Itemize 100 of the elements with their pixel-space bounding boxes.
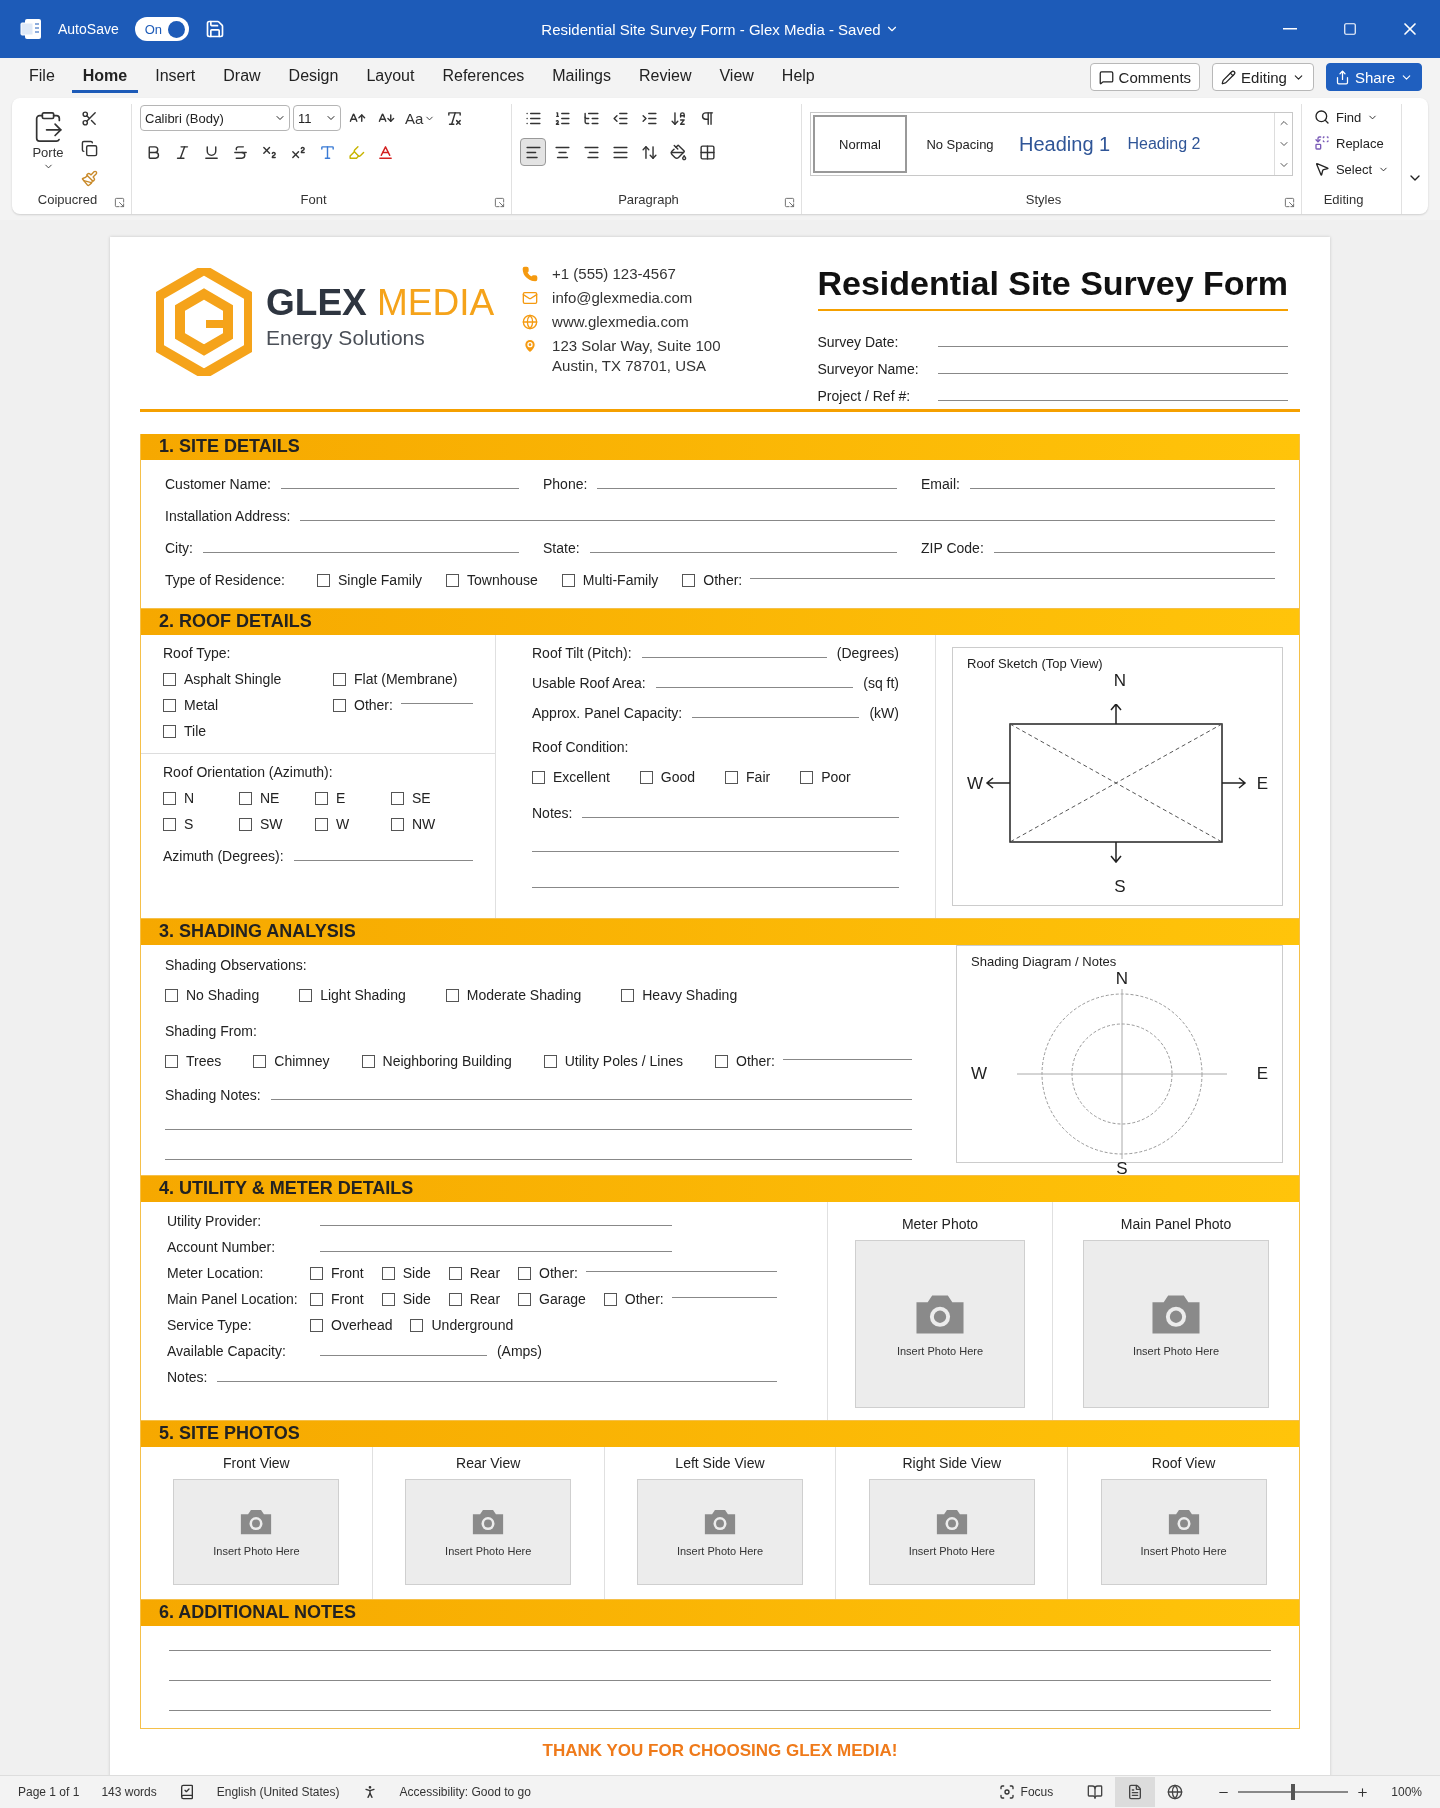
checkbox[interactable] — [725, 770, 739, 784]
save-icon[interactable] — [204, 19, 225, 39]
checkbox[interactable] — [518, 1292, 532, 1306]
checkbox[interactable] — [163, 791, 176, 805]
field-label: Roof Condition: — [532, 739, 630, 755]
checkbox[interactable] — [165, 1054, 178, 1068]
checkbox-label: Underground — [431, 1317, 514, 1333]
replace-button[interactable]: Replace — [1310, 130, 1393, 156]
checkbox[interactable] — [381, 1292, 395, 1306]
checkbox[interactable] — [163, 698, 176, 712]
contact-text: www.glexmedia.com — [552, 312, 689, 332]
comments-button[interactable]: Comments — [1089, 63, 1201, 91]
checkbox[interactable] — [310, 1292, 323, 1306]
brand-name: GLEX MEDIA — [266, 282, 495, 324]
checkbox[interactable] — [448, 1266, 462, 1280]
photo-title: Right Side View — [902, 1455, 1002, 1471]
autosave-toggle[interactable]: On — [134, 17, 189, 41]
checkbox[interactable] — [163, 817, 176, 831]
hexagon-logo-icon — [156, 268, 252, 376]
compass-label: W — [967, 774, 984, 794]
checkbox[interactable] — [310, 1318, 323, 1332]
checkbox[interactable] — [315, 817, 328, 831]
checkbox[interactable] — [800, 770, 814, 784]
menu-tab[interactable]: Home — [71, 61, 139, 93]
zoom-in-icon[interactable] — [1356, 1785, 1370, 1799]
checkbox[interactable] — [391, 791, 404, 805]
photo-placeholder[interactable]: Insert Photo Here — [868, 1479, 1035, 1585]
checkbox[interactable] — [682, 573, 696, 587]
checkbox[interactable] — [165, 988, 178, 1002]
font-name-field[interactable]: Calibri (Body) — [140, 105, 290, 131]
checkbox[interactable] — [518, 1266, 532, 1280]
checkbox[interactable] — [446, 573, 460, 587]
checkbox-label: Trees — [186, 1053, 222, 1069]
print-view-button[interactable] — [1115, 1777, 1156, 1807]
focus-button[interactable]: Focus — [1020, 1785, 1054, 1799]
launcher-icon[interactable] — [784, 197, 795, 208]
checkbox[interactable] — [239, 791, 252, 805]
checkbox[interactable] — [381, 1266, 395, 1280]
checkbox[interactable] — [445, 988, 459, 1002]
checkbox[interactable] — [715, 1054, 728, 1068]
menu-tab[interactable]: Draw — [212, 61, 272, 93]
checkbox[interactable] — [163, 672, 176, 686]
photo-placeholder[interactable]: Insert Photo Here — [173, 1479, 340, 1585]
checkbox[interactable] — [621, 988, 635, 1002]
menu-tab[interactable]: Design — [277, 61, 350, 93]
field-label: Survey Date: — [817, 334, 900, 350]
find-button[interactable]: Find — [1310, 104, 1393, 130]
share-button[interactable]: Share — [1325, 63, 1422, 91]
photo-placeholder[interactable]: Insert Photo Here — [1083, 1240, 1269, 1408]
launcher-icon[interactable] — [1284, 197, 1295, 208]
menu-tab[interactable]: View — [708, 61, 765, 93]
checkbox[interactable] — [317, 573, 330, 587]
checkbox[interactable] — [391, 817, 404, 831]
checkbox[interactable] — [315, 791, 328, 805]
field-label: Main Panel Location: — [167, 1291, 299, 1307]
photo-placeholder[interactable]: Insert Photo Here — [637, 1479, 803, 1585]
checkbox[interactable] — [310, 1266, 323, 1280]
checkbox[interactable] — [299, 988, 313, 1002]
menu-tab[interactable]: Insert — [144, 61, 207, 93]
highlighter-icon — [347, 143, 365, 161]
launcher-icon[interactable] — [114, 197, 125, 208]
proofing-icon[interactable] — [178, 1784, 195, 1800]
select-button[interactable]: Select — [1310, 156, 1393, 182]
checkbox[interactable] — [333, 698, 346, 712]
checkbox[interactable] — [410, 1318, 424, 1332]
checkbox[interactable] — [561, 573, 575, 587]
editing-button[interactable]: Editing — [1212, 63, 1314, 91]
checkbox-label: Townhouse — [467, 572, 538, 588]
menu-tab[interactable]: References — [431, 61, 536, 93]
checkbox[interactable] — [253, 1054, 267, 1068]
checkbox[interactable] — [639, 770, 653, 784]
checkbox[interactable] — [603, 1292, 617, 1306]
checkbox[interactable] — [361, 1054, 375, 1068]
checkbox[interactable] — [532, 770, 545, 784]
photo-placeholder[interactable]: Insert Photo Here — [405, 1479, 572, 1585]
checkbox[interactable] — [163, 724, 176, 738]
font-size-field[interactable]: 11 — [293, 105, 341, 131]
checkbox[interactable] — [239, 817, 252, 831]
align-left-button[interactable] — [520, 138, 546, 166]
menu-tab[interactable]: Help — [770, 61, 826, 93]
zoom-thumb[interactable] — [1291, 1784, 1296, 1800]
checkbox-label: Side — [402, 1291, 431, 1307]
field-label: Usable Roof Area: — [532, 675, 646, 691]
language-label: English (United States) — [216, 1785, 340, 1799]
checkbox[interactable] — [333, 672, 346, 686]
field-label: Type of Residence: — [165, 572, 286, 588]
checkbox[interactable] — [448, 1292, 462, 1306]
paste-button[interactable]: Porte — [28, 104, 68, 178]
menu-tab[interactable]: Review — [627, 61, 703, 93]
launcher-icon[interactable] — [494, 197, 505, 208]
menu-tab[interactable]: File — [18, 61, 66, 93]
photo-placeholder[interactable]: Insert Photo Here — [855, 1240, 1025, 1408]
photo-placeholder[interactable]: Insert Photo Here — [1100, 1479, 1267, 1585]
menu-tab[interactable]: Mailings — [541, 61, 622, 93]
speech-bubble-icon — [1098, 69, 1114, 85]
style-item[interactable]: Normal — [813, 115, 907, 173]
focus-icon[interactable] — [998, 1784, 1015, 1800]
checkbox[interactable] — [543, 1054, 557, 1068]
menu-tab[interactable]: Layout — [355, 61, 426, 93]
change-case-button[interactable]: Aa — [402, 104, 439, 132]
